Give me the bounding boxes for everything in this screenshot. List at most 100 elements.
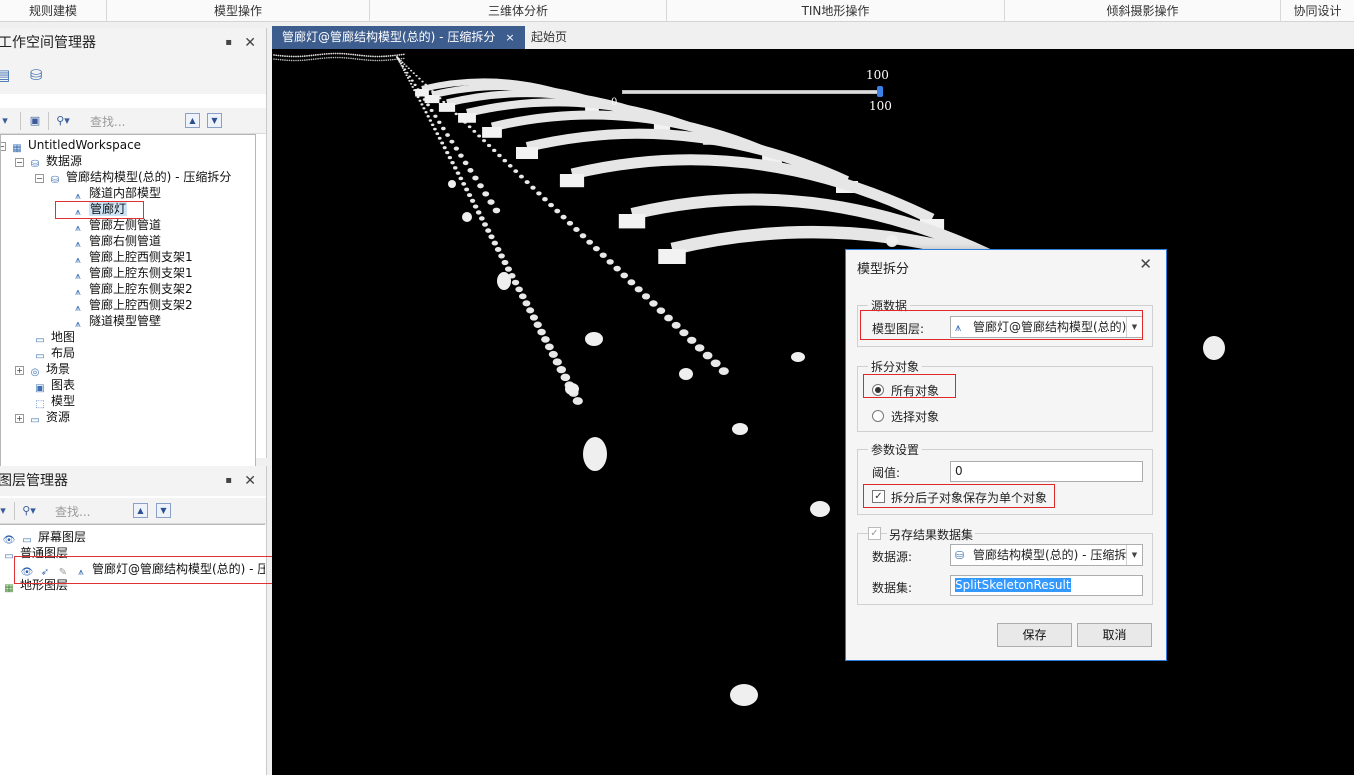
document-icon[interactable]: ▣ (26, 112, 44, 130)
pipe-dot (330, 52, 333, 55)
lamp-mark (502, 158, 508, 163)
group-title: 拆分对象 (868, 358, 923, 375)
lamp-mark (886, 235, 898, 247)
layer-panel-header: 图层管理器 ▪ ✕ (0, 466, 266, 496)
pipe-dot (391, 54, 394, 57)
tree-node-dataset[interactable]: ⩚ 隧道内部模型 (71, 185, 161, 202)
pin-icon[interactable]: ▪ (225, 466, 232, 496)
ribbon-group-oblique-ops[interactable]: 倾斜摄影操作 (1005, 0, 1281, 22)
lamp-mark (409, 82, 413, 85)
datasource-select[interactable]: ⛁ 管廊结构模型(总的) - 压缩拆分 ▼ (950, 544, 1143, 566)
lamp-mark (400, 62, 403, 65)
pipe-dot (363, 58, 365, 61)
lamp-mark (411, 85, 415, 88)
tree-node-layouts[interactable]: ▭ 布局 (33, 345, 75, 362)
dropdown-icon[interactable]: ▾ (0, 112, 14, 130)
pipe-dot (288, 59, 291, 62)
scene-render (273, 52, 1225, 706)
pipe-dot (392, 58, 394, 61)
lamp-mark (687, 336, 697, 344)
close-icon[interactable]: ✕ (1139, 255, 1152, 273)
pipe-dot (332, 56, 335, 59)
database-icon[interactable]: ▤ (0, 66, 10, 84)
selected-objects-radio[interactable] (872, 410, 884, 422)
pipe-dot (312, 54, 315, 57)
pipe-dot (378, 55, 381, 58)
search-icon[interactable]: ⚲▾ (20, 502, 38, 520)
tab-scene[interactable]: 管廊灯@管廊结构模型(总的) - 压缩拆分 × (272, 26, 525, 49)
pin-icon[interactable]: ▪ (225, 28, 232, 58)
tree-node-datasource[interactable]: − ⛁ 管廊结构模型(总的) - 压缩拆分 (35, 169, 231, 186)
ribbon-group-model-ops[interactable]: 模型操作 (107, 0, 370, 22)
lamp-mark (412, 72, 415, 74)
tree-node-dataset[interactable]: ⩚ 管廊上腔西侧支架1 (71, 249, 192, 266)
pipe-dot (383, 55, 385, 58)
ribbon-group-rule-modeling[interactable]: 规则建模 (0, 0, 107, 22)
pipe-dot (352, 57, 354, 60)
move-up-button[interactable]: ▲ (185, 113, 200, 128)
tree-node-workspace[interactable]: −▦UntitledWorkspace (1, 137, 141, 154)
bracket-base (559, 174, 585, 188)
pipe-dot (332, 52, 335, 55)
selected-objects-label[interactable]: 选择对象 (891, 408, 939, 425)
close-icon[interactable]: × (505, 31, 514, 44)
move-up-button[interactable]: ▲ (133, 503, 148, 518)
layer-node-screen[interactable]: 👁 ▭ 屏幕图层 (2, 529, 86, 546)
slider-thumb[interactable] (877, 86, 883, 97)
ribbon-group-collab[interactable]: 协同设计 (1281, 0, 1354, 22)
ribbon-group-3d-analysis[interactable]: 三维体分析 (370, 0, 667, 22)
pipe-dot (372, 55, 374, 58)
save-as-label[interactable]: 另存结果数据集 (887, 526, 976, 543)
tree-node-dataset[interactable]: ⩚ 管廊右侧管道 (71, 233, 161, 250)
cylinder-icon[interactable]: ⛁ (30, 66, 43, 84)
scene-viewport[interactable]: 100 0 100 (272, 49, 1354, 775)
workspace-icon-bar: ▤ ⛁ (0, 58, 266, 94)
layer-search-input[interactable]: 查找... (55, 503, 90, 520)
pipe-dot (281, 55, 284, 57)
tree-node-dataset[interactable]: ⩚ 管廊上腔东侧支架2 (71, 281, 192, 298)
pipe-dot (365, 55, 368, 57)
bracket-base (424, 95, 440, 104)
cancel-button[interactable]: 取消 (1077, 623, 1152, 647)
threshold-input[interactable]: 0 (950, 461, 1143, 482)
tree-node-charts[interactable]: ▣ 图表 (33, 377, 75, 394)
dropdown-icon[interactable]: ▾ (0, 502, 12, 520)
pipe-dot (293, 59, 295, 62)
lamp-mark (410, 69, 413, 72)
save-button[interactable]: 保存 (997, 623, 1072, 647)
tab-start-page[interactable]: 起始页 (521, 26, 577, 49)
tree-node-maps[interactable]: ▭ 地图 (33, 329, 75, 346)
tree-node-datasources[interactable]: − ⛁ 数据源 (15, 153, 82, 170)
lamp-mark (408, 75, 412, 78)
tree-node-dataset[interactable]: ⩚ 管廊左侧管道 (71, 217, 161, 234)
lamp-mark (462, 212, 472, 222)
lamp-mark (445, 133, 450, 137)
slider-fill (623, 91, 881, 93)
pipe-dot (369, 55, 372, 58)
tree-node-dataset[interactable]: ⩚ 管廊上腔西侧支架2 (71, 297, 192, 314)
move-down-button[interactable]: ▼ (207, 113, 222, 128)
ribbon-group-tin-ops[interactable]: TIN地形操作 (667, 0, 1005, 22)
close-icon[interactable]: ✕ (244, 28, 256, 58)
pipe-dot (328, 52, 330, 55)
dataset-name-input[interactable]: SplitSkeletonResult (950, 575, 1143, 596)
transparency-slider-track[interactable] (622, 90, 881, 94)
lamp-mark (437, 136, 442, 140)
lamp-mark (606, 259, 614, 265)
tree-node-resources[interactable]: + ▭ 资源 (15, 409, 70, 426)
close-icon[interactable]: ✕ (244, 466, 256, 496)
save-as-checkbox[interactable]: ✓ (868, 527, 881, 540)
tree-node-dataset[interactable]: ⩚ 隧道模型管壁 (71, 313, 161, 330)
lamp-mark (454, 112, 458, 116)
tree-node-dataset[interactable]: ⩚ 管廊上腔东侧支架1 (71, 265, 192, 282)
pipe-dot (321, 57, 324, 60)
pipe-dot (370, 59, 372, 62)
lamp-mark (485, 228, 492, 233)
tree-node-scenes[interactable]: + ◎ 场景 (15, 361, 70, 378)
move-down-button[interactable]: ▼ (156, 503, 171, 518)
search-icon[interactable]: ⚲▾ (54, 112, 72, 130)
tree-node-models[interactable]: ⬚ 模型 (33, 393, 75, 410)
tree-search-input[interactable]: 查找... (90, 113, 125, 130)
pipe-dot (361, 58, 363, 61)
resource-folder-icon: ▭ (30, 415, 40, 426)
